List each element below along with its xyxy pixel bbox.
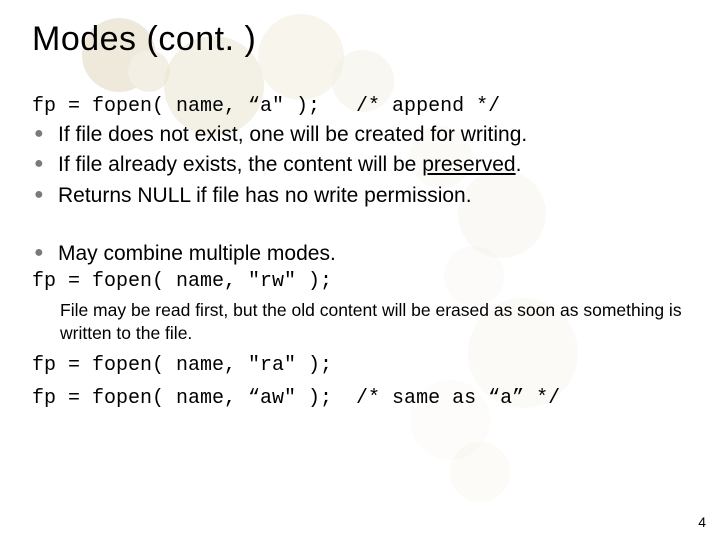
bullet-underlined: preserved	[422, 153, 515, 176]
page-number: 4	[698, 514, 706, 530]
bullet-item: If file already exists, the content will…	[40, 150, 688, 180]
bullet-text: If file already exists, the content will…	[58, 153, 422, 176]
note-text: File may be read first, but the old cont…	[60, 299, 688, 346]
slide: Modes (cont. ) fp = fopen( name, “a" ); …	[0, 0, 720, 540]
bullet-text: If file does not exist, one will be crea…	[58, 123, 527, 146]
bullet-item: Returns NULL if file has no write permis…	[40, 181, 688, 211]
bullet-list-2: May combine multiple modes.	[32, 239, 688, 269]
page-title: Modes (cont. )	[32, 20, 688, 59]
bullet-text: .	[516, 153, 522, 176]
bullet-list-1: If file does not exist, one will be crea…	[32, 120, 688, 211]
bullet-text: May combine multiple modes.	[58, 242, 336, 265]
bullet-item: May combine multiple modes.	[40, 239, 688, 269]
bullet-item: If file does not exist, one will be crea…	[40, 120, 688, 150]
code-fopen-append: fp = fopen( name, “a" ); /* append */	[32, 95, 688, 118]
code-fopen-ra: fp = fopen( name, "ra" );	[32, 354, 688, 377]
code-fopen-rw: fp = fopen( name, "rw" );	[32, 270, 688, 293]
code-fopen-aw: fp = fopen( name, “aw" ); /* same as “a”…	[32, 387, 688, 410]
bullet-text: Returns NULL if file has no write permis…	[58, 184, 472, 207]
